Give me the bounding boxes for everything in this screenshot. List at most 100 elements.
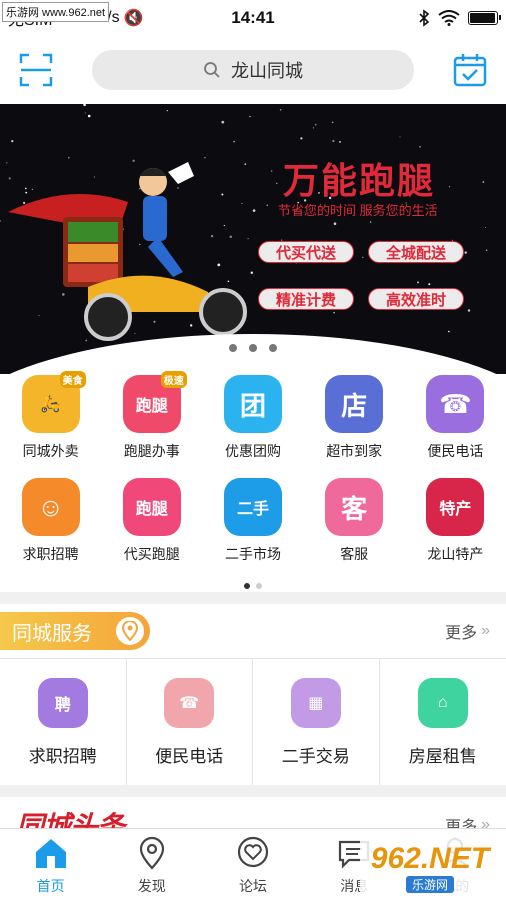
category-item[interactable]: 店超市到家 (304, 374, 405, 477)
service-label: 求职招聘 (28, 746, 97, 766)
grid-page-dot (244, 583, 250, 589)
bottom-tab-bar: 首页发现论坛消息我的962.NET乐游网 (0, 828, 506, 900)
banner-pill: 代买代送 (258, 241, 354, 263)
service-icon: ▦ (290, 677, 341, 728)
banner-page-dot (269, 344, 277, 352)
category-item[interactable]: 客客服 (304, 477, 405, 580)
star (448, 330, 450, 333)
heart-chat-icon (237, 836, 269, 867)
banner-page-dot (229, 344, 237, 352)
status-right (418, 9, 501, 27)
star (67, 156, 70, 159)
courier-illustration (8, 162, 247, 341)
star (464, 251, 467, 254)
category-tag: 极速 (160, 371, 187, 388)
category-glyph: 🛵 (40, 396, 61, 413)
header: 龙山同城 (0, 36, 506, 104)
category-item[interactable]: ☎ 便民电话 (405, 374, 506, 477)
category-icon: 二手 (223, 478, 282, 536)
search-text: 龙山同城 (231, 61, 303, 81)
banner-page-dot (249, 344, 257, 352)
location-pin-icon (139, 836, 164, 870)
star (332, 139, 335, 143)
star (83, 104, 86, 106)
banner-pill: 全城配送 (368, 241, 464, 263)
promo-banner[interactable]: 万能跑腿 节省您的时间 服务您的生活 代买代送 全城配送 精准计费 高效准时 (0, 104, 506, 374)
service-item[interactable]: ☎ 便民电话 (127, 659, 253, 785)
service-icon: ⌂ (417, 677, 468, 728)
category-item[interactable]: 二手 二手市场 (202, 477, 303, 580)
category-item[interactable]: 团优惠团购 (202, 374, 303, 477)
star (417, 281, 419, 284)
star (369, 221, 372, 223)
watermark-top: 乐游网 www.962.net (2, 2, 110, 22)
category-icon: 特产 (426, 478, 485, 536)
category-glyph: ☺ (37, 491, 64, 522)
service-item[interactable]: 聘求职招聘 (0, 659, 127, 785)
grid-page-dot (256, 583, 262, 589)
star (482, 181, 485, 183)
tab-location-pin[interactable]: 发现 (101, 829, 202, 900)
star (399, 136, 401, 138)
star (204, 156, 206, 159)
category-glyph: 特产 (439, 501, 472, 518)
section-divider (0, 592, 506, 604)
category-item[interactable]: ☺ 求职招聘 (0, 477, 101, 580)
service-section-title: 同城服务 (0, 612, 150, 650)
category-item[interactable]: 🛵 美食 同城外卖 (0, 371, 101, 477)
category-item[interactable]: 跑腿 极速 跑腿办事 (101, 371, 202, 477)
star (11, 140, 14, 143)
category-item[interactable]: 特产 龙山特产 (405, 477, 506, 580)
category-grid: 🛵 美食 同城外卖 跑腿 极速 跑腿办事团优惠团购店超市到家 ☎ 便民电话 ☺ 求职招聘 跑腿 代买跑… (0, 371, 506, 580)
category-label: 二手市场 (224, 546, 281, 562)
category-label: 代买跑腿 (123, 546, 180, 562)
category-label: 跑腿办事 (123, 443, 180, 459)
service-glyph: ▦ (308, 694, 324, 712)
tab-home[interactable]: 首页 (0, 829, 101, 900)
star (312, 127, 315, 129)
grid-pagination (0, 580, 506, 592)
search-bar[interactable]: 龙山同城 (92, 50, 414, 90)
category-glyph: 团 (239, 390, 266, 421)
banner-pill: 精准计费 (258, 288, 354, 310)
star (276, 182, 278, 184)
star (467, 309, 471, 312)
star (279, 109, 282, 111)
star (233, 140, 236, 143)
service-glyph: ☎ (179, 694, 200, 712)
service-more-link[interactable]: 更多 » (445, 619, 490, 643)
service-glyph: 聘 (54, 696, 71, 714)
service-glyph: ⌂ (437, 693, 448, 711)
category-glyph: 客 (341, 493, 368, 524)
category-glyph: 跑腿 (135, 501, 168, 518)
star (266, 204, 268, 206)
star (362, 256, 364, 259)
category-glyph: 二手 (236, 501, 269, 518)
service-section-header: 同城服务 更多 » (0, 604, 506, 658)
service-item[interactable]: ▦ 二手交易 (253, 659, 380, 785)
star (166, 110, 168, 112)
category-icon: 团 (223, 375, 282, 433)
service-grid: 聘求职招聘 ☎ 便民电话 ▦ 二手交易 ⌂ 房屋租售 (0, 658, 506, 785)
star (314, 123, 317, 126)
scan-icon[interactable] (18, 52, 54, 88)
tab-heart-chat[interactable]: 论坛 (202, 829, 303, 900)
star (333, 312, 335, 314)
tab-label: 发现 (137, 877, 166, 894)
star (87, 114, 91, 118)
banner-pagination (0, 344, 506, 352)
star (428, 283, 431, 286)
service-item[interactable]: ⌂ 房屋租售 (380, 659, 506, 785)
battery-icon (468, 11, 501, 25)
location-pin-icon (116, 617, 144, 645)
category-item[interactable]: 跑腿 代买跑腿 (101, 477, 202, 580)
watermark-big: 962.NET (370, 841, 490, 875)
category-icon: ☎ (426, 375, 485, 433)
tab-label: 论坛 (239, 877, 267, 894)
star (419, 146, 421, 148)
watermark-small: 乐游网 (405, 875, 454, 893)
service-icon: 聘 (37, 677, 88, 728)
calendar-check-icon[interactable] (452, 52, 488, 88)
category-label: 客服 (340, 546, 369, 562)
service-label: 二手交易 (281, 746, 350, 766)
